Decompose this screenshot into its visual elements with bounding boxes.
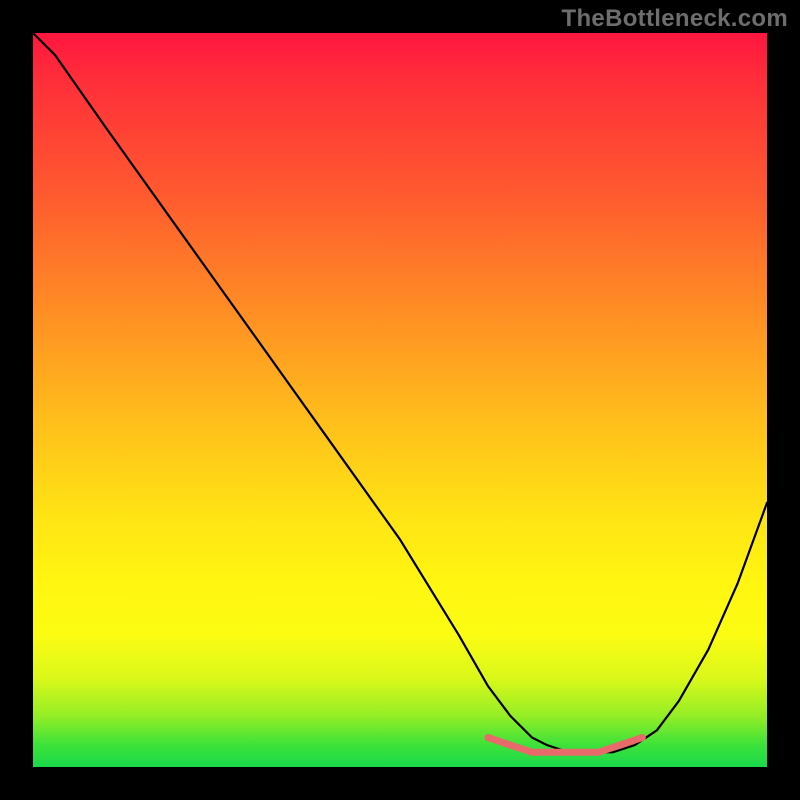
bottleneck-curve-svg bbox=[33, 33, 767, 767]
plot-area bbox=[33, 33, 767, 767]
watermark-text: TheBottleneck.com bbox=[562, 5, 788, 33]
bottleneck-curve-line bbox=[33, 33, 767, 752]
chart-container: TheBottleneck.com bbox=[0, 0, 800, 800]
